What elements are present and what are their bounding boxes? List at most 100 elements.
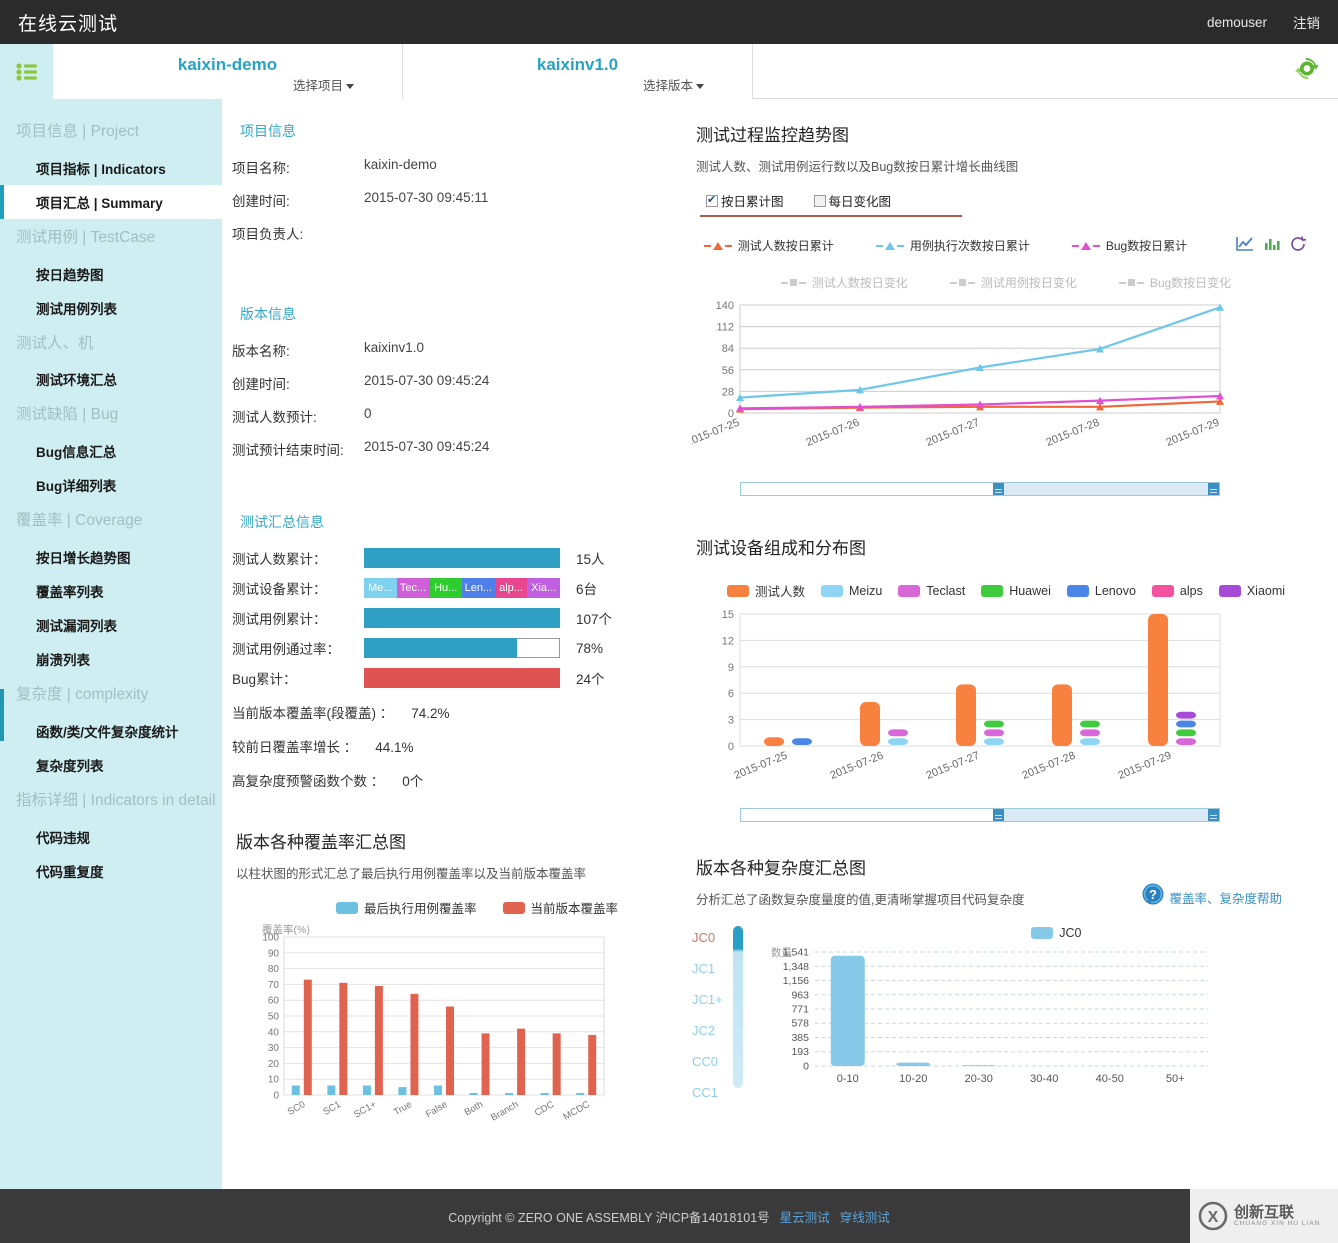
summary-row: 测试用例累计：107个 — [232, 608, 692, 628]
device-chart-legend[interactable]: 测试人数 Meizu Teclast Huawei Lenovo alps Xiaomi — [692, 581, 1320, 600]
complexity-legend-item-0[interactable]: JC0 — [1031, 926, 1081, 940]
summary-plain-label: 当前版本覆盖率(段覆盖) ： — [232, 706, 393, 721]
complexity-scale-label-CC1[interactable]: CC1 — [692, 1085, 723, 1100]
device-legend-item-0[interactable]: 测试人数 — [727, 581, 805, 600]
svg-text:0: 0 — [273, 1091, 279, 1102]
spacer — [232, 256, 692, 304]
device-legend-item-4[interactable]: Lenovo — [1067, 584, 1136, 598]
info-label: 创建时间: — [232, 373, 364, 393]
trend-legend-item-4[interactable]: 测试用例按日变化 — [950, 274, 1077, 291]
checkbox-icon[interactable] — [814, 195, 826, 207]
legend-swatch — [1067, 585, 1089, 597]
sidebar-item-4-3[interactable]: 崩溃列表 — [0, 642, 222, 676]
line-chart-icon[interactable] — [1235, 235, 1254, 256]
device-segment: Xia... — [527, 578, 560, 598]
trend-legend-active[interactable]: 测试人数按日累计 用例执行次数按日累计 Bug数按日累计 — [692, 235, 1320, 256]
trend-checkbox-1[interactable]: 每日变化图 — [814, 191, 892, 210]
trend-chart-scrollbar[interactable] — [740, 482, 1220, 496]
sidebar-item-3-0[interactable]: Bug信息汇总 — [0, 434, 222, 468]
sidebar-item-1-1[interactable]: 测试用例列表 — [0, 291, 222, 325]
complexity-scale-label-JC1+[interactable]: JC1+ — [692, 992, 723, 1007]
summary-value: 24个 — [576, 668, 605, 688]
footer-link-1[interactable]: 星云测试 — [780, 1207, 830, 1226]
trend-chart[interactable]: 02856841121402015-07-252015-07-262015-07… — [692, 295, 1320, 496]
refresh-button[interactable] — [1294, 56, 1320, 87]
svg-text:3: 3 — [728, 715, 734, 727]
sidebar-item-5-1[interactable]: 复杂度列表 — [0, 748, 222, 782]
device-legend-item-5[interactable]: alps — [1152, 584, 1203, 598]
summary-row: 测试设备累计：Me...Tec...Hu...Len...alp...Xia..… — [232, 578, 692, 598]
summary-plain-value: 44.1% — [375, 740, 413, 755]
copyright-text: Copyright © ZERO ONE ASSEMBLY 沪ICP备14018… — [448, 1207, 769, 1226]
sidebar-item-0-1[interactable]: 项目汇总 | Summary — [0, 185, 222, 219]
sidebar-item-5-0[interactable]: 函数/类/文件复杂度统计 — [0, 714, 222, 748]
device-legend-item-2[interactable]: Teclast — [898, 584, 965, 598]
scrollbar-grip-right[interactable] — [1208, 809, 1219, 821]
svg-text:False: False — [424, 1099, 450, 1120]
trend-legend-inactive[interactable]: 测试人数按日变化 测试用例按日变化 Bug数按日变化 — [692, 274, 1320, 291]
trend-legend-item-3[interactable]: 测试人数按日变化 — [781, 274, 908, 291]
trend-legend-item-1[interactable]: 用例执行次数按日累计 — [876, 237, 1030, 254]
project-version-selector-bar: kaixin-demo 选择项目 kaixinv1.0 选择版本 — [0, 44, 1338, 99]
project-select-label[interactable]: 选择项目 — [293, 75, 354, 94]
device-legend-item-3[interactable]: Huawei — [981, 584, 1051, 598]
sidebar-item-3-1[interactable]: Bug详细列表 — [0, 468, 222, 502]
trend-chart-mode-checkboxes[interactable]: 按日累计图 每日变化图 — [700, 191, 962, 217]
sidebar-item-4-0[interactable]: 按日增长趋势图 — [0, 540, 222, 574]
version-name: kaixinv1.0 — [537, 55, 618, 75]
device-legend-item-1[interactable]: Meizu — [821, 584, 882, 598]
complexity-scale-label-JC1[interactable]: JC1 — [692, 961, 723, 976]
sidebar-item-4-2[interactable]: 测试漏洞列表 — [0, 608, 222, 642]
svg-text:12: 12 — [722, 635, 734, 647]
legend-label: Xiaomi — [1247, 584, 1285, 598]
summary-row: 测试人数累计：15人 — [232, 548, 692, 568]
complexity-scale-label-CC0[interactable]: CC0 — [692, 1054, 723, 1069]
menu-toggle-button[interactable] — [0, 44, 53, 99]
checkbox-icon[interactable] — [706, 195, 718, 207]
svg-text:30-40: 30-40 — [1030, 1073, 1058, 1085]
legend-label: 当前版本覆盖率 — [531, 898, 619, 917]
scrollbar-grip-right[interactable] — [1208, 483, 1219, 495]
refresh-icon[interactable] — [1289, 235, 1308, 256]
svg-text:1,541: 1,541 — [782, 947, 808, 959]
project-info-section: 项目信息 项目名称:kaixin-demo创建时间:2015-07-30 09:… — [232, 121, 692, 243]
complexity-scale-label-JC2[interactable]: JC2 — [692, 1023, 723, 1038]
scrollbar-grip-left[interactable] — [993, 809, 1004, 821]
svg-text:10: 10 — [268, 1075, 280, 1086]
device-segment: Me... — [364, 578, 397, 598]
device-chart[interactable]: 测试人数MeizuTeclastHuaweiLenovoalpsXiaomi 0… — [692, 581, 1320, 822]
trend-legend-item-5[interactable]: Bug数按日变化 — [1119, 274, 1231, 291]
device-legend-item-6[interactable]: Xiaomi — [1219, 584, 1285, 598]
complexity-scale-label-JC0[interactable]: JC0 — [692, 930, 723, 945]
trend-checkbox-0[interactable]: 按日累计图 — [706, 191, 784, 210]
scrollbar-grip-left[interactable] — [993, 483, 1004, 495]
logout-link[interactable]: 注销 — [1293, 12, 1320, 32]
sidebar-item-4-1[interactable]: 覆盖率列表 — [0, 574, 222, 608]
device-chart-scrollbar[interactable] — [740, 808, 1220, 822]
coverage-legend-item-1[interactable]: 当前版本覆盖率 — [503, 898, 619, 917]
sidebar-item-6-0[interactable]: 代码违规 — [0, 820, 222, 854]
svg-text:0: 0 — [803, 1061, 809, 1073]
trend-legend-item-2[interactable]: Bug数按日累计 — [1072, 237, 1187, 254]
info-row: 创建时间:2015-07-30 09:45:24 — [232, 373, 692, 393]
sidebar-item-6-1[interactable]: 代码重复度 — [0, 854, 222, 888]
sidebar-item-2-0[interactable]: 测试环境汇总 — [0, 362, 222, 396]
coverage-legend-item-0[interactable]: 最后执行用例覆盖率 — [336, 898, 477, 917]
username-label[interactable]: demouser — [1207, 15, 1267, 30]
bar-chart-icon[interactable] — [1262, 235, 1281, 256]
svg-text:60: 60 — [268, 996, 280, 1007]
complexity-chart-legend[interactable]: JC0 — [793, 926, 1320, 940]
complexity-scale-bar[interactable] — [733, 926, 743, 1088]
legend-label: Lenovo — [1095, 584, 1136, 598]
trend-legend-item-0[interactable]: 测试人数按日累计 — [704, 237, 834, 254]
help-link[interactable]: ? 覆盖率、复杂度帮助 — [1140, 882, 1282, 913]
sidebar-item-1-0[interactable]: 按日趋势图 — [0, 257, 222, 291]
project-selector[interactable]: kaixin-demo 选择项目 — [53, 44, 403, 99]
version-select-label[interactable]: 选择版本 — [643, 75, 704, 94]
complexity-scale-labels[interactable]: JC0 JC1 JC1+ JC2 CC0 CC1 — [692, 926, 723, 1100]
sidebar-item-0-0[interactable]: 项目指标 | Indicators — [0, 151, 222, 185]
footer-link-2[interactable]: 穿线测试 — [840, 1207, 890, 1226]
chart-toolbar[interactable] — [1235, 235, 1308, 256]
coverage-chart[interactable]: 最后执行用例覆盖率当前版本覆盖率 覆盖率(%)01020304050607080… — [232, 898, 692, 1153]
version-selector[interactable]: kaixinv1.0 选择版本 — [403, 44, 753, 99]
